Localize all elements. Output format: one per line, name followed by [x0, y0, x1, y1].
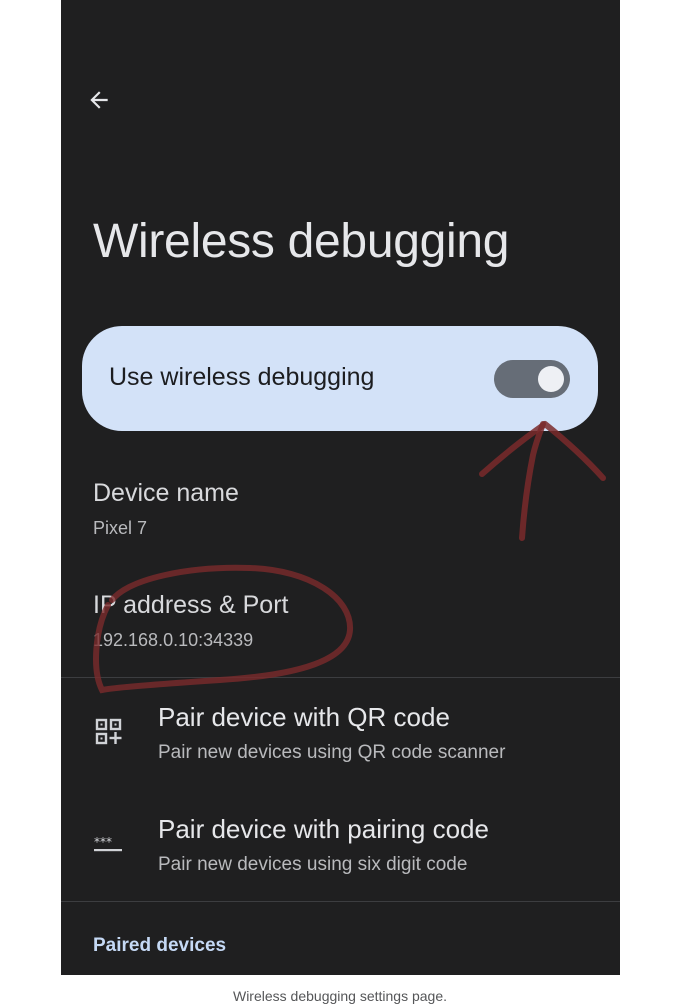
ip-address-port-item[interactable]: IP address & Port 192.168.0.10:34339 [93, 591, 533, 651]
switch-knob [538, 366, 564, 392]
pair-code-subtitle: Pair new devices using six digit code [158, 854, 468, 875]
ip-address-port-value: 192.168.0.10:34339 [93, 630, 254, 650]
device-name-title: Device name [93, 479, 239, 507]
use-wireless-debugging-toggle-row[interactable]: Use wireless debugging [82, 326, 598, 431]
arrow-back-icon [90, 91, 108, 109]
back-button[interactable] [83, 84, 115, 116]
page-title: Wireless debugging [93, 215, 510, 268]
pair-code-title: Pair device with pairing code [158, 814, 489, 844]
svg-text:***: *** [94, 835, 112, 849]
divider [61, 901, 620, 902]
pair-qr-title: Pair device with QR code [158, 702, 450, 732]
pair-with-pairing-code-row[interactable]: *** Pair device with pairing code Pair n… [61, 812, 620, 892]
phone-screen: Wireless debugging Use wireless debuggin… [61, 0, 620, 975]
pair-with-qr-code-row[interactable]: Pair device with QR code Pair new device… [61, 700, 620, 780]
pin-dots-icon: *** [91, 826, 127, 862]
device-name-item[interactable]: Device name Pixel 7 [93, 479, 533, 539]
device-name-value: Pixel 7 [93, 518, 148, 538]
qr-code-add-icon [91, 714, 127, 750]
pair-qr-subtitle: Pair new devices using QR code scanner [158, 742, 506, 763]
use-wireless-debugging-label: Use wireless debugging [109, 363, 375, 391]
paired-devices-header: Paired devices [93, 935, 227, 956]
divider [61, 677, 620, 678]
ip-address-port-title: IP address & Port [93, 591, 289, 619]
wireless-debugging-switch[interactable] [494, 360, 570, 398]
image-caption: Wireless debugging settings page. [232, 988, 448, 1004]
